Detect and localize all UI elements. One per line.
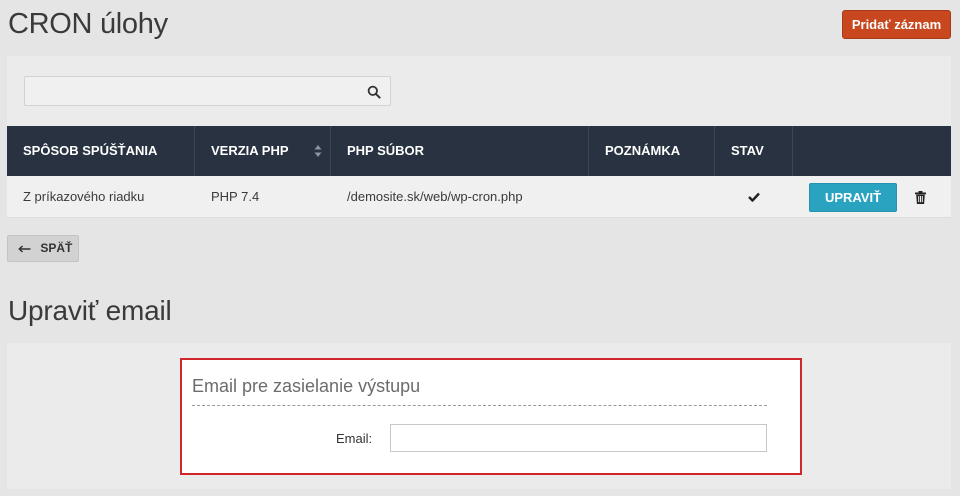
column-header-actions bbox=[793, 126, 951, 176]
cell-note bbox=[589, 176, 715, 218]
edit-button[interactable]: UPRAVIŤ bbox=[809, 182, 897, 212]
column-header-php-version-label: VERZIA PHP bbox=[211, 143, 289, 158]
cell-php-version: PHP 7.4 bbox=[211, 188, 260, 204]
trash-icon[interactable] bbox=[914, 190, 926, 204]
column-header-php-file: PHP SÚBOR bbox=[331, 126, 589, 176]
section-title: Upraviť email bbox=[8, 295, 172, 326]
column-header-note: POZNÁMKA bbox=[589, 126, 715, 176]
table-row: Z príkazového riadku PHP 7.4 /demosite.s… bbox=[7, 176, 951, 218]
back-button[interactable]: SPÄŤ bbox=[7, 235, 79, 262]
email-label: Email: bbox=[336, 431, 373, 446]
form-legend: Email pre zasielanie výstupu bbox=[192, 376, 767, 406]
email-form: Email pre zasielanie výstupu Email: bbox=[180, 358, 802, 475]
cron-table: SPÔSOB SPÚŠŤANIA VERZIA PHP PHP SÚBOR PO… bbox=[7, 126, 951, 218]
check-icon bbox=[748, 192, 760, 202]
table-body: Z príkazového riadku PHP 7.4 /demosite.s… bbox=[7, 176, 951, 218]
search-input[interactable] bbox=[25, 77, 355, 105]
back-button-label: SPÄŤ bbox=[40, 241, 73, 255]
table-header: SPÔSOB SPÚŠŤANIA VERZIA PHP PHP SÚBOR PO… bbox=[7, 126, 951, 176]
arrow-left-icon bbox=[18, 245, 31, 253]
column-header-status: STAV bbox=[715, 126, 793, 176]
add-record-button[interactable]: Pridať záznam bbox=[842, 10, 951, 39]
column-header-php-version[interactable]: VERZIA PHP bbox=[195, 126, 331, 176]
cell-php-file: /demosite.sk/web/wp-cron.php bbox=[347, 188, 523, 204]
search-box[interactable] bbox=[24, 76, 391, 106]
page-title: CRON úlohy bbox=[8, 8, 168, 40]
search-icon[interactable] bbox=[367, 85, 381, 99]
cell-status bbox=[715, 176, 793, 218]
column-header-method: SPÔSOB SPÚŠŤANIA bbox=[7, 126, 195, 176]
sort-icon[interactable] bbox=[314, 144, 322, 158]
email-field[interactable] bbox=[390, 424, 767, 452]
cell-actions: UPRAVIŤ bbox=[793, 176, 951, 218]
cell-method: Z príkazového riadku bbox=[23, 188, 145, 204]
